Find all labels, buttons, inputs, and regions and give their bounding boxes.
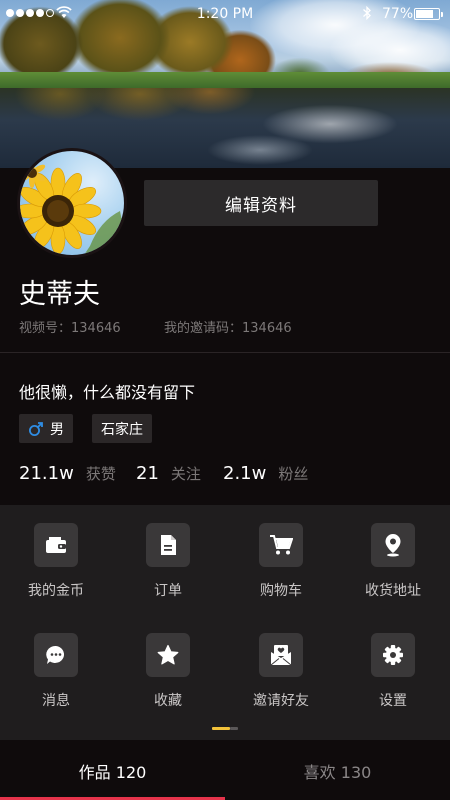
stat-label: 粉丝 bbox=[278, 465, 309, 483]
stat-label: 获赞 bbox=[85, 465, 116, 483]
page-dot-active bbox=[212, 727, 230, 730]
city-label: 石家庄 bbox=[101, 421, 143, 438]
tab-likes[interactable]: 喜欢 130 bbox=[225, 742, 450, 800]
grid-item-coins[interactable]: 我的金币 bbox=[0, 523, 112, 600]
grid-label: 消息 bbox=[42, 693, 70, 709]
grid-item-settings[interactable]: 设置 bbox=[337, 633, 449, 710]
grid-label: 收货地址 bbox=[365, 583, 421, 599]
location-pin-icon bbox=[385, 534, 401, 557]
invite-envelope-icon bbox=[270, 645, 292, 666]
grid-item-favorites[interactable]: 收藏 bbox=[112, 633, 224, 710]
bluetooth-icon bbox=[363, 5, 371, 21]
document-icon bbox=[161, 535, 176, 555]
battery-percent: 77% bbox=[382, 6, 414, 22]
battery-icon bbox=[414, 8, 443, 20]
grid-label: 我的金币 bbox=[28, 583, 84, 599]
gender-tag: 男 bbox=[19, 414, 73, 443]
wallet-icon bbox=[46, 537, 66, 553]
status-bar: 1:20 PM 77% bbox=[0, 0, 450, 28]
grid-label: 购物车 bbox=[260, 583, 302, 599]
profile-name: 史蒂夫 bbox=[19, 279, 100, 310]
sunflower-avatar-image bbox=[20, 158, 124, 255]
grid-label: 订单 bbox=[154, 583, 182, 599]
section-divider bbox=[0, 352, 450, 353]
profile-bio: 他很懒，什么都没有留下 bbox=[19, 383, 196, 402]
video-id: 视频号：134646 bbox=[19, 321, 121, 336]
gender-label: 男 bbox=[50, 421, 64, 438]
stat-value: 21 bbox=[136, 463, 159, 484]
grid-item-invite[interactable]: 邀请好友 bbox=[225, 633, 337, 710]
invite-code[interactable]: 我的邀请码：134646 bbox=[164, 317, 292, 336]
star-icon bbox=[157, 644, 179, 665]
stat-likes-received[interactable]: 21.1w 获赞 bbox=[19, 463, 116, 484]
stat-followers[interactable]: 2.1w 粉丝 bbox=[223, 463, 308, 484]
stat-value: 21.1w bbox=[19, 463, 74, 484]
page-dot bbox=[230, 727, 238, 730]
avatar[interactable] bbox=[17, 148, 127, 258]
edit-profile-button[interactable]: 编辑资料 bbox=[144, 180, 378, 226]
cart-icon bbox=[270, 535, 293, 555]
grid-item-orders[interactable]: 订单 bbox=[112, 523, 224, 600]
grid-label: 收藏 bbox=[154, 693, 182, 709]
page-indicator bbox=[212, 727, 238, 730]
grid-item-address[interactable]: 收货地址 bbox=[337, 523, 449, 600]
chat-bubble-icon bbox=[46, 645, 65, 664]
city-tag: 石家庄 bbox=[92, 414, 152, 443]
grid-item-cart[interactable]: 购物车 bbox=[225, 523, 337, 600]
tab-works[interactable]: 作品 120 bbox=[0, 742, 225, 800]
grid-label: 设置 bbox=[379, 693, 407, 709]
content-tabs: 作品 120 喜欢 130 bbox=[0, 742, 450, 800]
stat-following[interactable]: 21 关注 bbox=[136, 463, 201, 484]
stat-label: 关注 bbox=[170, 465, 201, 483]
grid-item-messages[interactable]: 消息 bbox=[0, 633, 112, 710]
gear-icon bbox=[383, 645, 403, 665]
male-symbol-icon bbox=[29, 421, 43, 436]
grid-label: 邀请好友 bbox=[253, 693, 309, 709]
stat-value: 2.1w bbox=[223, 463, 267, 484]
function-grid: 我的金币 订单 购物车 收货地址 消息 收藏 邀请好友 设置 bbox=[0, 505, 450, 740]
